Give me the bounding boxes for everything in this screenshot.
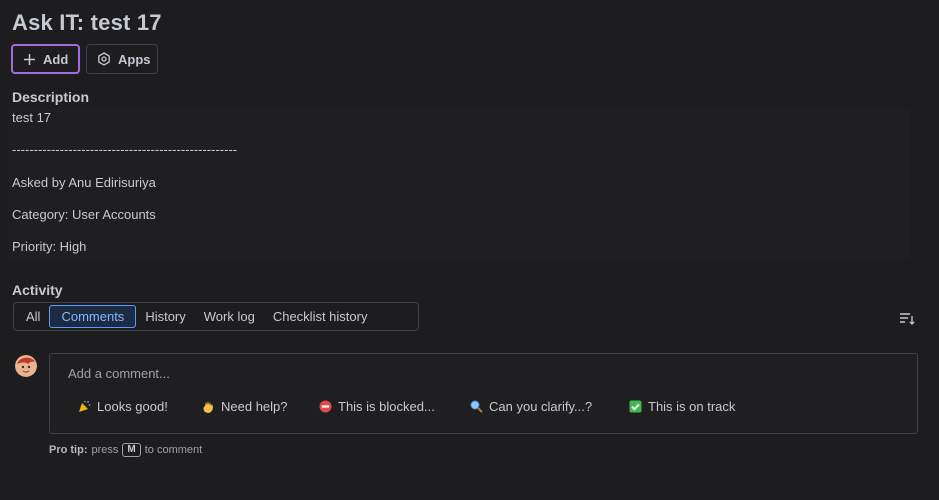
keyboard-shortcut-key: M — [122, 443, 141, 457]
quick-reply-clarify[interactable]: Can you clarify...? — [470, 399, 592, 414]
quick-reply-label: This is on track — [648, 399, 736, 414]
tab-comments[interactable]: Comments — [49, 305, 137, 328]
magnifier-icon — [470, 400, 483, 413]
quick-reply-label: Looks good! — [97, 399, 168, 414]
comment-editor[interactable]: Add a comment... Looks good! Need help? … — [49, 353, 918, 434]
description-line: Asked by Anu Edirisuriya — [12, 175, 156, 190]
tab-all[interactable]: All — [17, 305, 49, 328]
pro-tip-label: Pro tip: — [49, 444, 88, 456]
quick-reply-label: Can you clarify...? — [489, 399, 593, 414]
avatar — [15, 355, 37, 377]
apps-button-label: Apps — [118, 51, 151, 67]
quick-reply-label: Need help? — [221, 399, 288, 414]
party-popper-icon — [78, 400, 91, 413]
quick-reply-looks-good[interactable]: Looks good! — [78, 399, 168, 414]
activity-heading: Activity — [12, 282, 63, 298]
plus-icon — [23, 53, 36, 66]
quick-reply-need-help[interactable]: Need help? — [202, 399, 288, 414]
quick-reply-blocked[interactable]: This is blocked... — [319, 399, 435, 414]
description-heading: Description — [12, 89, 90, 105]
apps-button[interactable]: Apps — [86, 44, 158, 74]
tab-history[interactable]: History — [136, 305, 194, 328]
pro-tip: Pro tip: press M to comment — [49, 443, 202, 457]
tab-work-log[interactable]: Work log — [195, 305, 264, 328]
pro-tip-post: to comment — [144, 444, 203, 456]
description-line: test 17 — [12, 110, 52, 125]
no-entry-icon — [319, 400, 332, 413]
sort-order-icon[interactable] — [899, 312, 915, 329]
tab-checklist-history[interactable]: Checklist history — [264, 305, 377, 328]
description-line: Category: User Accounts — [12, 207, 156, 222]
description-line: Priority: High — [12, 239, 87, 254]
apps-hexagon-icon — [97, 52, 111, 66]
activity-tabs: All Comments History Work log Checklist … — [13, 302, 419, 331]
description-divider: ----------------------------------------… — [12, 142, 238, 157]
add-button[interactable]: Add — [11, 44, 80, 74]
quick-reply-label: This is blocked... — [338, 399, 435, 414]
check-box-icon — [629, 400, 642, 413]
add-button-label: Add — [43, 51, 69, 67]
comment-placeholder: Add a comment... — [68, 366, 170, 381]
quick-reply-on-track[interactable]: This is on track — [629, 399, 735, 414]
waving-hand-icon — [202, 400, 215, 413]
pro-tip-pre: press — [91, 444, 119, 456]
page-title: Ask IT: test 17 — [12, 10, 162, 35]
